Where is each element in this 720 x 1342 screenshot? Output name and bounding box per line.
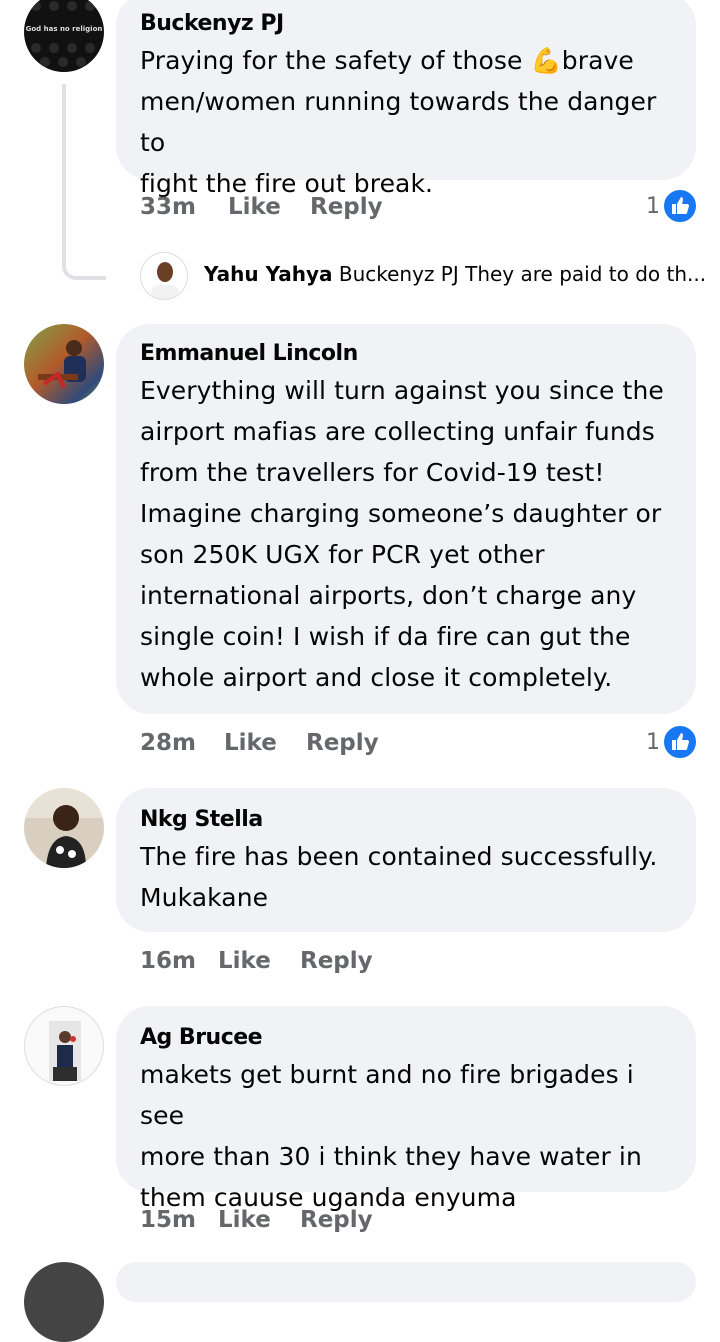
reply-button[interactable]: Reply [300, 1207, 373, 1233]
reply-button[interactable]: Reply [300, 948, 373, 974]
comment-text-line: more than 30 i think they have water in [140, 1142, 642, 1171]
heart-pattern-icon [31, 1, 95, 67]
comment-bubble[interactable]: Buckenyz PJ Praying for the safety of th… [116, 0, 696, 198]
comment-time[interactable]: 16m [140, 948, 196, 974]
comment-text-line: single coin! I wish if da fire can gut t… [140, 622, 631, 651]
comment-bubble[interactable]: Emmanuel Lincoln Everything will turn ag… [116, 324, 696, 714]
thread-line [62, 84, 106, 280]
comment-author[interactable]: Emmanuel Lincoln [140, 338, 672, 370]
avatar[interactable] [24, 324, 104, 404]
comment-bubble[interactable]: Nkg Stella The fire has been contained s… [116, 788, 696, 932]
comment-author[interactable]: Nkg Stella [140, 804, 672, 836]
reaction-count[interactable]: 1 [646, 194, 660, 219]
comment-text-line: son 250K UGX for PCR yet other [140, 540, 545, 569]
comment-text-line: Everything will turn against you since t… [140, 376, 664, 405]
comment-bubble[interactable] [116, 1262, 696, 1302]
like-button[interactable]: Like [224, 730, 277, 756]
avatar-caption: God has no religion [25, 25, 103, 33]
comment-time[interactable]: 15m [140, 1207, 196, 1233]
avatar[interactable]: God has no religion [24, 0, 104, 72]
reply-text: Buckenyz PJ They are paid to do th... [338, 262, 704, 286]
like-button[interactable]: Like [218, 1207, 271, 1233]
avatar[interactable] [24, 1006, 104, 1086]
comment-text-line: Imagine charging someone’s daughter or [140, 499, 662, 528]
like-button[interactable]: Like [218, 948, 271, 974]
comment-text-line: The fire has been contained successfully… [140, 842, 658, 871]
avatar[interactable] [24, 788, 104, 868]
comment-text-line: Mukakane [140, 883, 269, 912]
reply-avatar[interactable] [140, 252, 188, 300]
reply-preview[interactable]: Yahu Yahya Buckenyz PJ They are paid to … [204, 262, 704, 286]
thumbs-up-icon[interactable] [662, 188, 698, 224]
comment-text-line: Praying for the safety of those 💪brave [140, 46, 634, 75]
comment-author[interactable]: Buckenyz PJ [140, 8, 672, 40]
comment-text-line: international airports, don’t charge any [140, 581, 637, 610]
reaction-count[interactable]: 1 [646, 730, 660, 755]
avatar[interactable] [24, 1262, 104, 1342]
comment-time[interactable]: 33m [140, 194, 196, 220]
comment-text-line: airport mafias are collecting unfair fun… [140, 417, 655, 446]
reply-button[interactable]: Reply [310, 194, 383, 220]
comment-text-line: fight the fire out break. [140, 169, 434, 198]
comment-author[interactable]: Ag Brucee [140, 1022, 672, 1054]
comment-text-line: from the travellers for Covid-19 test! [140, 458, 605, 487]
thumbs-up-icon[interactable] [662, 724, 698, 760]
comment-text-line: makets get burnt and no fire brigades i … [140, 1060, 634, 1130]
like-button[interactable]: Like [228, 194, 281, 220]
comment-text-line: men/women running towards the danger to [140, 87, 657, 157]
comment-bubble[interactable]: Ag Brucee makets get burnt and no fire b… [116, 1006, 696, 1212]
comment-text-line: whole airport and close it completely. [140, 663, 613, 692]
reply-author[interactable]: Yahu Yahya [204, 262, 333, 286]
comment-time[interactable]: 28m [140, 730, 196, 756]
reply-button[interactable]: Reply [306, 730, 379, 756]
